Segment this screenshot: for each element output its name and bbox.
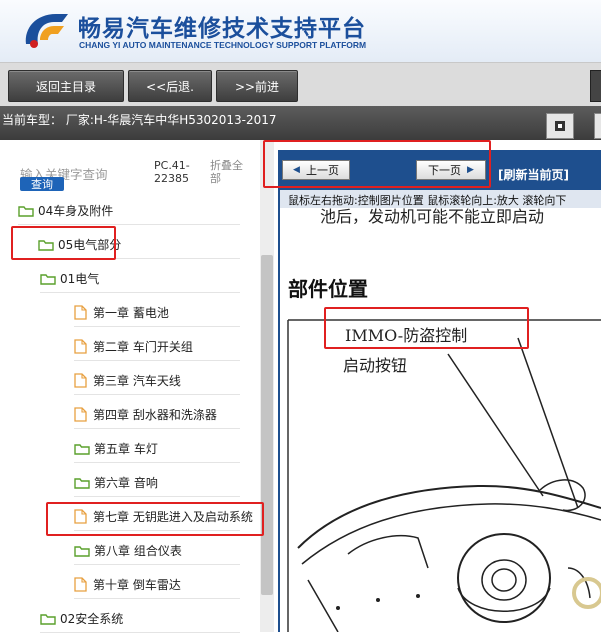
tree-item[interactable]: 01电气 [40,265,99,291]
scrollbar-thumb[interactable] [261,255,273,595]
document-icon [74,508,87,524]
tree-item-label: 01电气 [60,271,100,286]
arrow-left-icon: ◀ [293,165,300,175]
tree-item-label: 第三章 汽车天线 [93,373,181,388]
tree-item-label: 第四章 刮水器和洗涤器 [93,407,217,422]
tree-separator [18,224,240,225]
document-icon [74,304,87,320]
tree-item[interactable]: 第八章 组合仪表 [74,537,182,563]
tree-item-label: 04车身及附件 [38,203,114,218]
tree-item[interactable]: 第六章 音响 [74,469,158,495]
tree-item[interactable]: 第一章 蓄电池 [74,299,169,325]
tree-item-label: 第二章 车门开关组 [93,339,193,354]
current-model-text: 当前车型： 厂家:H-华晨汽车中华H5302013-2017 [2,113,277,127]
viewer-left-border [278,190,280,632]
tree-item-label: 第七章 无钥匙进入及启动系统 [93,509,253,524]
tree-separator [38,258,240,259]
app-title: 畅易汽车维修技术支持平台 [78,16,366,42]
document-icon [74,338,87,354]
tree-item[interactable]: 第十章 倒车雷达 [74,571,181,597]
folder-icon [74,443,90,455]
folder-icon [74,477,90,489]
toggle-panel-button[interactable] [546,113,574,139]
square-icon [555,121,565,131]
search-button[interactable]: 查询 [20,177,64,191]
tree-separator [74,360,240,361]
collapse-all-link[interactable]: 折叠全部 [210,159,250,185]
tree-separator [74,496,240,497]
tree-item[interactable]: 05电气部分 [38,231,121,257]
document-icon [74,372,87,388]
doc-text-line: 池后，发动机可能不能立即启动 [320,207,545,226]
tree-separator [74,394,240,395]
tree-item[interactable]: 第三章 汽车天线 [74,367,181,393]
prev-page-button[interactable]: ◀ 上一页 [282,160,350,180]
pc-code-label: PC.41-22385 [154,159,190,185]
next-page-button[interactable]: 下一页 ▶ [416,160,486,180]
refresh-page-link[interactable]: [刷新当前页] [498,166,569,183]
tree-separator [74,530,240,531]
tree-item-label: 02安全系统 [60,611,124,626]
app-subtitle: CHANG YI AUTO MAINTENANCE TECHNOLOGY SUP… [79,40,367,50]
tree-separator [74,462,240,463]
tree-item-label: 第六章 音响 [94,475,158,490]
extra-square-button[interactable] [594,113,601,139]
next-page-label: 下一页 [428,164,462,177]
tree-separator [74,428,240,429]
document-icon [74,406,87,422]
tree-separator [74,564,240,565]
tree-item-label: 第八章 组合仪表 [94,543,182,558]
folder-icon [40,273,56,285]
document-icon [74,576,87,592]
folder-icon [74,545,90,557]
forward-button[interactable]: >>前进 [216,70,298,102]
tree-item-label: 第一章 蓄电池 [93,305,169,320]
toolbar-extra-button[interactable] [590,70,601,102]
folder-icon [18,205,34,217]
label-start-button: 启动按钮 [343,356,408,375]
tree-item[interactable]: 第五章 车灯 [74,435,158,461]
component-diagram [287,319,601,632]
home-button[interactable]: 返回主目录 [8,70,124,102]
folder-icon [40,613,56,625]
prev-page-label: 上一页 [305,164,339,177]
tree-item[interactable]: 02安全系统 [40,605,123,631]
tree-separator [40,292,240,293]
doc-heading: 部件位置 [288,277,368,301]
document-viewer[interactable] [278,208,601,632]
tree-item-label: 第五章 车灯 [94,441,158,456]
label-immo: IMMO-防盗控制 [345,326,468,345]
back-button[interactable]: <<后退. [128,70,212,102]
tree-item[interactable]: 第二章 车门开关组 [74,333,193,359]
tree-item[interactable]: 04车身及附件 [18,197,113,223]
tree-item-label: 第十章 倒车雷达 [93,577,181,592]
tree-item[interactable]: 第四章 刮水器和洗涤器 [74,401,217,427]
folder-icon [38,239,54,251]
tree-item-label: 05电气部分 [58,237,122,252]
arrow-right-icon: ▶ [467,165,474,175]
tree-separator [74,326,240,327]
tree-item[interactable]: 第七章 无钥匙进入及启动系统 [74,503,253,529]
cy-logo-icon [25,14,68,48]
tree-separator [74,598,240,599]
